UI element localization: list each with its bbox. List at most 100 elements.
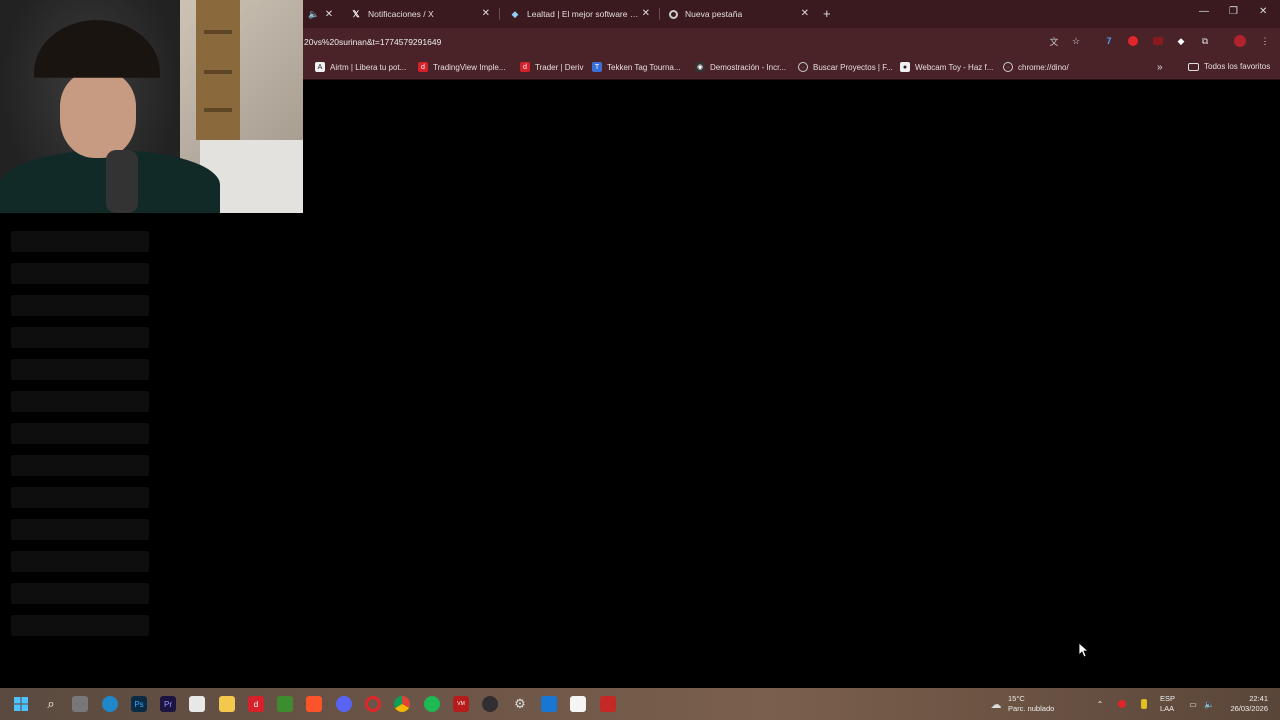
weather-temp: 15°C bbox=[1008, 694, 1025, 703]
skeleton-row bbox=[11, 231, 149, 252]
snipping-tool-icon[interactable] bbox=[541, 696, 557, 712]
skeleton-row bbox=[11, 519, 149, 540]
weather-widget[interactable]: 15°C Parc. nublado bbox=[1008, 694, 1054, 714]
lang-secondary: LAA bbox=[1160, 704, 1175, 713]
pdf-reader-icon[interactable] bbox=[600, 696, 616, 712]
weather-desc: Parc. nublado bbox=[1008, 704, 1055, 713]
task-view-icon[interactable] bbox=[72, 696, 88, 712]
skeleton-row bbox=[11, 327, 149, 348]
menu-kebab-icon[interactable]: ⋮ bbox=[1258, 34, 1272, 48]
bookmark-label: chrome://dino/ bbox=[1018, 62, 1069, 72]
opera-icon[interactable] bbox=[365, 696, 381, 712]
extension-7-icon[interactable]: 7 bbox=[1102, 34, 1116, 48]
clock-date: 26/03/2026 bbox=[1230, 704, 1268, 713]
tab-lealtad[interactable]: ◆ Lealtad | El mejor software para ✕ bbox=[502, 3, 658, 25]
skeleton-row bbox=[11, 455, 149, 476]
brave-icon[interactable] bbox=[306, 696, 322, 712]
edge-icon[interactable] bbox=[102, 696, 118, 712]
close-window-icon[interactable]: ✕ bbox=[1259, 6, 1267, 17]
skeleton-row bbox=[11, 583, 149, 604]
chrome-taskbar-icon[interactable] bbox=[394, 696, 410, 712]
network-icon[interactable]: ▭ bbox=[1185, 696, 1201, 712]
chrome-icon bbox=[669, 9, 678, 19]
settings-gear-icon[interactable]: ⚙ bbox=[512, 696, 528, 712]
speaker-icon[interactable]: 🔈 bbox=[307, 7, 321, 21]
mouse-cursor-icon bbox=[1079, 643, 1089, 658]
all-bookmarks-folder[interactable]: Todos los favoritos bbox=[1188, 62, 1270, 71]
windows-taskbar: ⌕ Ps Pr d VM ⚙ ☁ 15°C Parc. nublado ⌃ ES… bbox=[0, 688, 1280, 720]
streamer-face bbox=[60, 72, 136, 158]
voicemeeter-icon[interactable]: VM bbox=[453, 696, 469, 712]
minecraft-icon[interactable] bbox=[277, 696, 293, 712]
skeleton-row bbox=[11, 615, 149, 636]
skeleton-row bbox=[11, 263, 149, 284]
skeleton-row bbox=[11, 391, 149, 412]
skeleton-row bbox=[11, 423, 149, 444]
webcam-overlay bbox=[0, 0, 303, 213]
bookmark-item[interactable]: T Tekken Tag Tourna... bbox=[592, 62, 681, 72]
bookmark-label: Trader | Deriv bbox=[535, 62, 584, 72]
lang-primary: ESP bbox=[1160, 694, 1176, 703]
tab-close-icon[interactable]: ✕ bbox=[322, 7, 336, 21]
bookmark-label: Buscar Proyectos | F... bbox=[813, 62, 893, 72]
spotify-icon[interactable] bbox=[424, 696, 440, 712]
extensions-puzzle-icon[interactable]: ⧉ bbox=[1198, 34, 1212, 48]
extension-red-icon[interactable] bbox=[1126, 34, 1140, 48]
weather-cloud-icon[interactable]: ☁ bbox=[988, 696, 1004, 712]
volume-icon[interactable]: 🔈 bbox=[1201, 696, 1217, 712]
store-icon[interactable] bbox=[189, 696, 205, 712]
bookmark-item[interactable]: ◉ Demostración - Incr... bbox=[695, 62, 786, 72]
skeleton-row bbox=[11, 295, 149, 316]
tab-notificaciones[interactable]: 𝕏 Notificaciones / X ✕ bbox=[343, 3, 498, 25]
lealtad-icon: ◆ bbox=[511, 8, 519, 19]
maximize-icon[interactable]: ❐ bbox=[1229, 6, 1238, 17]
notepad-icon[interactable] bbox=[570, 696, 586, 712]
bookmark-label: Demostración - Incr... bbox=[710, 62, 787, 72]
skeleton-row bbox=[11, 487, 149, 508]
obs-icon[interactable] bbox=[482, 696, 498, 712]
bookmark-label: Tekken Tag Tourna... bbox=[607, 62, 681, 72]
bookmark-label: Airtm | Libera tu pot... bbox=[330, 62, 407, 72]
tekken-icon: T bbox=[592, 62, 602, 72]
tab-close-icon[interactable]: ✕ bbox=[801, 8, 809, 19]
clock[interactable]: 22:41 26/03/2026 bbox=[1228, 694, 1268, 714]
extension-diamond-icon[interactable]: ◆ bbox=[1174, 34, 1188, 48]
tab-title: Nueva pestaña bbox=[685, 9, 743, 19]
new-tab-icon[interactable]: + bbox=[823, 6, 831, 21]
skeleton-row bbox=[11, 359, 149, 380]
tab-nueva-pestana[interactable]: Nueva pestaña ✕ bbox=[661, 3, 817, 25]
bookmark-item[interactable]: d TradingView Imple... bbox=[418, 62, 505, 72]
extension-dark-red-icon[interactable] bbox=[1151, 34, 1165, 48]
profile-avatar-icon[interactable] bbox=[1233, 34, 1247, 48]
photoshop-icon[interactable]: Ps bbox=[131, 696, 147, 712]
translate-icon[interactable]: 文 bbox=[1047, 34, 1061, 48]
bookmark-item[interactable]: A Airtm | Libera tu pot... bbox=[315, 62, 406, 72]
bookmark-label: Webcam Toy - Haz f... bbox=[915, 62, 994, 72]
search-icon[interactable]: ⌕ bbox=[43, 696, 59, 712]
bookmark-item[interactable]: · Buscar Proyectos | F... bbox=[798, 62, 893, 72]
deriv-app-icon[interactable]: d bbox=[248, 696, 264, 712]
bookmark-item[interactable]: ● Webcam Toy - Haz f... bbox=[900, 62, 993, 72]
deriv-icon: d bbox=[418, 62, 428, 72]
webcam-toy-icon: ● bbox=[900, 62, 910, 72]
minimize-icon[interactable]: — bbox=[1199, 6, 1209, 17]
bookmark-item[interactable]: · chrome://dino/ bbox=[1003, 62, 1069, 72]
discord-icon[interactable] bbox=[336, 696, 352, 712]
tab-close-icon[interactable]: ✕ bbox=[642, 8, 650, 19]
windows-start-icon[interactable] bbox=[13, 696, 29, 712]
tray-yellow-icon[interactable] bbox=[1136, 696, 1152, 712]
chevron-up-icon[interactable]: ⌃ bbox=[1092, 696, 1108, 712]
bookmark-item[interactable]: d Trader | Deriv bbox=[520, 62, 583, 72]
address-bar[interactable]: 20vs%20surinan&t=1774579291649 bbox=[304, 37, 441, 47]
more-bookmarks-icon[interactable]: » bbox=[1157, 62, 1163, 73]
tab-close-icon[interactable]: ✕ bbox=[482, 8, 490, 19]
globe-icon: · bbox=[798, 62, 808, 72]
deriv-icon: d bbox=[520, 62, 530, 72]
globe-icon: · bbox=[1003, 62, 1013, 72]
tray-red-icon[interactable] bbox=[1114, 696, 1130, 712]
file-explorer-icon[interactable] bbox=[219, 696, 235, 712]
language-indicator[interactable]: ESP LAA bbox=[1160, 694, 1175, 714]
premiere-icon[interactable]: Pr bbox=[160, 696, 176, 712]
bookmark-star-icon[interactable]: ☆ bbox=[1069, 34, 1083, 48]
skeleton-row bbox=[11, 551, 149, 572]
